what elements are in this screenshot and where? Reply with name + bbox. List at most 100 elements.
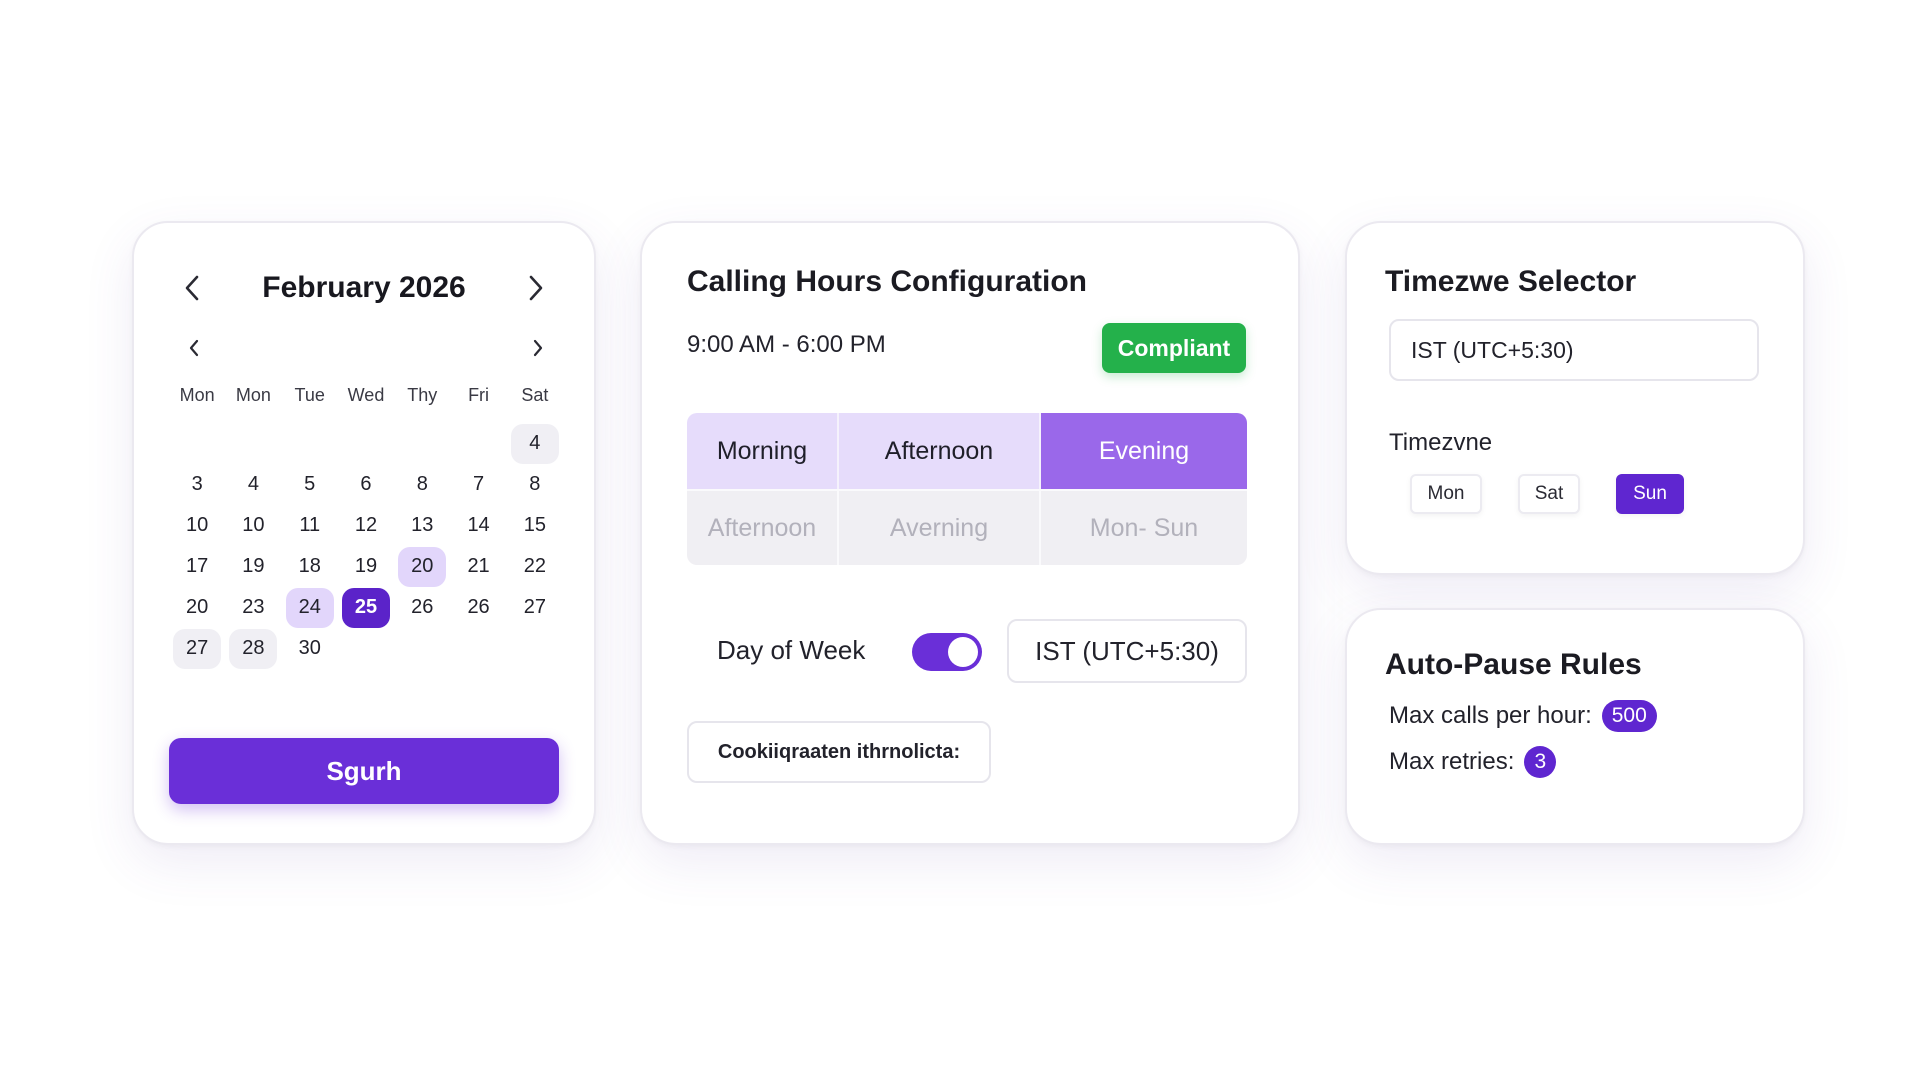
weekday-header: Mon Mon Tue Wed Thy Fri Sat [169,385,563,406]
max-retries-row: Max retries: 3 [1389,746,1557,778]
calling-hours-title: Calling Hours Configuration [687,265,1087,298]
calendar-card: February 2026 Mon Mon Tue Wed Thy Fri Sa… [132,221,596,845]
calendar-empty-cell [338,423,394,464]
calendar-day[interactable]: 15 [507,505,563,546]
calendar-day-number: 3 [191,473,203,495]
weekday-label: Mon [235,385,271,405]
calendar-day-number [455,424,503,464]
calendar-day[interactable]: 26 [394,587,450,628]
calendar-day[interactable]: 18 [282,546,338,587]
timezone-selector-title: Timezwe Selector [1385,265,1637,298]
calendar-day-number [286,424,334,464]
calendar-day[interactable]: 10 [225,505,281,546]
max-calls-label: Max calls per hour: [1389,702,1592,729]
calendar-day[interactable]: 20 [394,546,450,587]
calendar-day-number: 20 [398,546,447,587]
calendar-day[interactable]: 23 [225,587,281,628]
calling-hours-card: Calling Hours Configuration 9:00 AM - 6:… [640,221,1300,845]
weekday-label: Tue [294,385,325,405]
calendar-day-number: 11 [299,514,321,536]
calendar-day-number: 25 [341,587,390,628]
calendar-day-number: 17 [186,555,209,577]
calendar-day-number: 27 [523,596,546,618]
calendar-day[interactable]: 13 [394,505,450,546]
calendar-day[interactable]: 12 [338,505,394,546]
calendar-day[interactable]: 5 [282,464,338,505]
max-retries-value-badge: 3 [1524,746,1557,778]
calendar-action-button[interactable]: Sgurh [169,738,559,804]
timezone-selector-card: Timezwe Selector IST (UTC+5:30) Timezvne… [1345,221,1805,575]
calendar-day[interactable]: 10 [169,505,225,546]
calendar-day-number: 10 [186,514,209,536]
calendar-day-number: 5 [304,473,316,495]
calendar-day[interactable]: 26 [450,587,506,628]
segment-afternoon-secondary[interactable]: Afternoon [687,489,839,565]
calendar-day[interactable]: 19 [338,546,394,587]
calendar-day[interactable]: 11 [282,505,338,546]
calendar-day-number: 8 [529,473,541,495]
calendar-day[interactable]: 17 [169,546,225,587]
calendar-day-number: 19 [354,555,378,577]
calendar-day[interactable]: 24 [282,587,338,628]
timezone-display-field[interactable]: IST (UTC+5:30) [1007,619,1247,683]
toggle-knob [948,637,978,667]
calendar-day[interactable]: 28 [225,628,281,669]
compliant-status-badge: Compliant [1102,323,1246,373]
next-small-icon[interactable] [518,333,558,363]
timezone-input[interactable]: IST (UTC+5:30) [1389,319,1759,381]
calendar-day[interactable]: 4 [507,423,563,464]
day-of-week-toggle[interactable] [912,633,982,671]
segment-mon-sun[interactable]: Mon- Sun [1041,489,1247,565]
calendar-day[interactable]: 6 [338,464,394,505]
calendar-day-number: 14 [467,514,490,536]
auto-pause-card: Auto-Pause Rules Max calls per hour: 500… [1345,608,1805,845]
calendar-day[interactable]: 25 [338,587,394,628]
calendar-empty-cell [394,423,450,464]
segment-afternoon[interactable]: Afternoon [839,413,1041,489]
calendar-day[interactable]: 14 [450,505,506,546]
calendar-day-number [342,424,390,464]
calendar-day[interactable]: 8 [394,464,450,505]
calendar-day-number: 8 [416,473,428,495]
calendar-day-number: 12 [354,514,378,536]
calendar-day[interactable]: 27 [169,628,225,669]
day-chip-sun[interactable]: Sun [1616,474,1684,514]
calendar-day[interactable]: 8 [507,464,563,505]
day-chip-mon[interactable]: Mon [1410,474,1482,514]
calendar-day-number: 18 [298,555,321,577]
calendar-days-grid: 4 3 4 5 6 8 7 8 10 10 11 12 13 14 15 17 19 18 19 20 21 22 20 23… [169,423,563,669]
calendar-day-number: 13 [411,514,434,536]
weekday-label: Mon [179,385,215,405]
calendar-day[interactable]: 3 [169,464,225,505]
calendar-day[interactable]: 30 [282,628,338,669]
weekday-label: Fri [468,385,490,405]
calendar-day-number: 10 [242,514,265,536]
calendar-day[interactable]: 20 [169,587,225,628]
calendar-empty-cell [225,423,281,464]
calendar-day-number: 30 [298,637,321,659]
next-month-icon[interactable] [516,263,556,313]
day-chip-sat[interactable]: Sat [1518,474,1580,514]
calendar-day-number: 7 [473,473,485,495]
segment-evening[interactable]: Evening [1041,413,1247,489]
calendar-header: February 2026 [134,263,594,313]
calendar-day-number [229,424,277,464]
calendar-day[interactable]: 4 [225,464,281,505]
calendar-day[interactable]: 27 [507,587,563,628]
max-calls-row: Max calls per hour: 500 [1389,700,1657,732]
max-retries-label: Max retries: [1389,748,1515,775]
calendar-day-number: 21 [467,555,490,577]
cookie-config-field[interactable]: Cookiiqraaten ithrnolicta: [687,721,991,783]
calendar-day-number: 26 [411,596,434,618]
calling-hours-range: 9:00 AM - 6:00 PM [687,331,886,358]
calendar-day[interactable]: 19 [225,546,281,587]
calendar-day[interactable]: 22 [507,546,563,587]
segment-averning-secondary[interactable]: Averning [839,489,1041,565]
calendar-day[interactable]: 7 [450,464,506,505]
segment-morning[interactable]: Morning [687,413,839,489]
prev-small-icon[interactable] [174,333,214,363]
calendar-day-number: 24 [285,587,334,628]
calendar-day[interactable]: 21 [450,546,506,587]
calendar-day-number [398,424,446,464]
time-segment-grid: Morning Afternoon Evening Afternoon Aver… [687,413,1247,565]
